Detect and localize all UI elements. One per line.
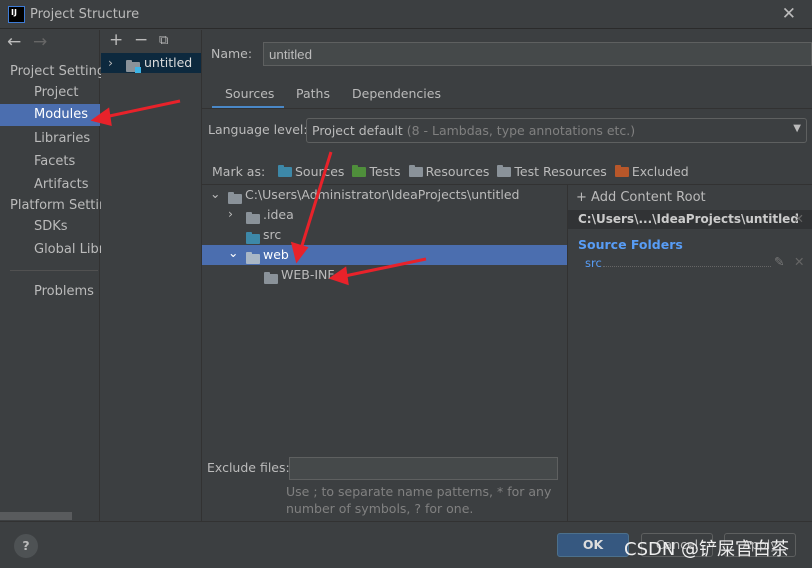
arrow-head — [90, 107, 112, 126]
arrow-to-modules — [99, 99, 181, 120]
arrow-head — [328, 266, 349, 286]
annotation-arrows — [90, 99, 427, 286]
arrow-head — [290, 241, 309, 264]
arrow-to-web — [298, 151, 333, 253]
arrow-to-web-inf — [339, 257, 427, 279]
